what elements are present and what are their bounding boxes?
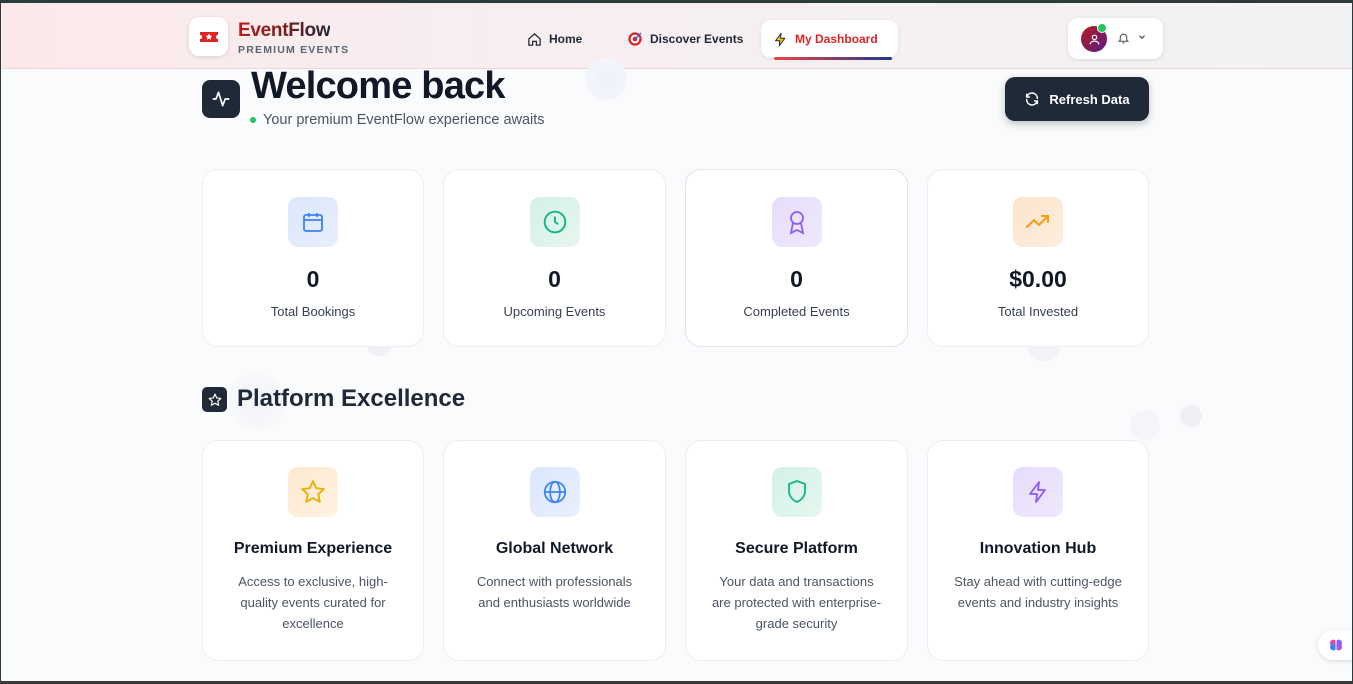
- nav-dashboard-label: My Dashboard: [795, 32, 878, 46]
- brand-name[interactable]: EventFlow: [238, 20, 331, 42]
- feature-description: Your data and transactions are protected…: [711, 574, 882, 631]
- chevron-down-icon[interactable]: [1137, 32, 1147, 42]
- status-dot: [250, 117, 256, 123]
- activity-icon: [212, 91, 230, 107]
- feature-card-innovation-hub: Innovation Hub Stay ahead with cutting-e…: [927, 440, 1149, 661]
- home-icon: [528, 32, 541, 46]
- feature-icon-tile: [288, 467, 338, 517]
- decorative-bubble: [1130, 410, 1160, 440]
- stat-label: Total Bookings: [270, 304, 356, 319]
- stat-value: $0.00: [1009, 266, 1067, 292]
- stat-value: 0: [548, 266, 561, 292]
- feature-card-secure-platform: Secure Platform Your data and transactio…: [685, 440, 908, 661]
- nav-discover-label: Discover Events: [650, 32, 744, 46]
- stat-value: 0: [306, 266, 320, 292]
- nav-home[interactable]: Home: [515, 20, 594, 58]
- lightning-icon: [775, 32, 786, 46]
- refresh-icon: [1026, 92, 1039, 106]
- feature-title: Secure Platform: [735, 540, 858, 557]
- user-icon: [1089, 34, 1099, 44]
- clock-icon: [543, 210, 566, 234]
- bell-icon[interactable]: [1117, 31, 1130, 45]
- stat-icon-tile: [1013, 197, 1063, 247]
- nav-my-dashboard[interactable]: My Dashboard: [761, 20, 898, 58]
- window-left-border: [0, 0, 1, 684]
- lightning-icon: [1029, 481, 1046, 503]
- stat-value: 0: [790, 266, 803, 292]
- brand-logo[interactable]: [189, 17, 228, 56]
- page-subtitle: Your premium EventFlow experience awaits: [263, 112, 545, 128]
- nav-discover-events[interactable]: Discover Events: [615, 20, 755, 58]
- stat-card-upcoming-events: 0 Upcoming Events: [443, 169, 666, 347]
- feature-description: Connect with professionals and enthusias…: [476, 574, 633, 610]
- active-tab-indicator: [774, 57, 892, 60]
- feature-icon-tile: [529, 467, 580, 517]
- stat-icon-tile: [288, 197, 338, 247]
- page-title: Welcome back: [251, 65, 506, 107]
- calendar-icon: [303, 213, 323, 232]
- ticket-icon: [199, 31, 218, 42]
- globe-icon: [543, 480, 566, 504]
- top-navbar: EventFlow PREMIUM EVENTS Home Discover E…: [1, 3, 1352, 69]
- nav-home-label: Home: [549, 32, 583, 46]
- feature-card-global-network: Global Network Connect with professional…: [443, 440, 666, 661]
- award-icon: [789, 211, 804, 235]
- feature-title: Premium Experience: [233, 540, 393, 557]
- user-menu[interactable]: [1068, 18, 1163, 59]
- decorative-bubble: [1180, 405, 1202, 427]
- feature-icon-tile: [1013, 467, 1063, 517]
- stat-label: Completed Events: [743, 304, 850, 319]
- feature-description: Stay ahead with cutting-edge events and …: [954, 574, 1122, 610]
- stat-icon-tile: [771, 197, 822, 247]
- brain-icon: [1330, 639, 1342, 651]
- star-icon: [301, 480, 325, 503]
- stat-card-total-invested: $0.00 Total Invested: [927, 169, 1149, 347]
- online-status-dot: [1097, 23, 1107, 33]
- activity-badge: [202, 80, 240, 118]
- brand-tagline: PREMIUM EVENTS: [238, 44, 350, 56]
- section-badge: [202, 387, 227, 412]
- decorative-bubble: [585, 58, 627, 100]
- stat-card-completed-events: 0 Completed Events: [685, 169, 908, 347]
- refresh-data-button[interactable]: Refresh Data: [1005, 77, 1149, 121]
- star-icon: [208, 393, 221, 406]
- feature-title: Global Network: [495, 540, 614, 557]
- stat-label: Total Invested: [997, 304, 1079, 319]
- target-icon: [628, 32, 642, 46]
- feature-title: Innovation Hub: [979, 540, 1097, 557]
- stat-label: Upcoming Events: [503, 304, 606, 319]
- feature-icon-tile: [771, 467, 822, 517]
- shield-icon: [787, 480, 806, 503]
- feature-card-premium-experience: Premium Experience Access to exclusive, …: [202, 440, 424, 661]
- assistant-widget-button[interactable]: [1318, 630, 1353, 660]
- refresh-data-label: Refresh Data: [1049, 91, 1130, 107]
- section-title: Platform Excellence: [237, 385, 466, 412]
- trending-up-icon: [1026, 215, 1049, 228]
- stat-icon-tile: [529, 197, 580, 247]
- stat-card-total-bookings: 0 Total Bookings: [202, 169, 424, 347]
- feature-description: Access to exclusive, high-quality events…: [238, 574, 388, 631]
